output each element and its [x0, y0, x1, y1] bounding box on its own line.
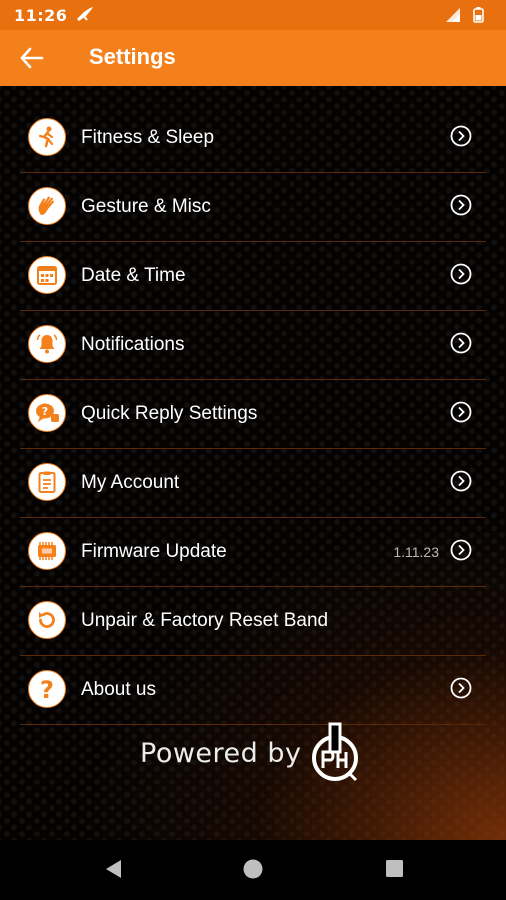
settings-item-label: Notifications: [81, 334, 185, 355]
chevron-right-circle-icon: [450, 401, 472, 423]
airplane-notification-icon: [75, 5, 95, 27]
settings-item-label: Date & Time: [81, 265, 186, 286]
brand-logo-icon: [312, 722, 358, 782]
firmware-version: 1.11.23: [393, 544, 439, 560]
svg-text:?: ?: [40, 676, 54, 702]
settings-item-label: About us: [81, 679, 156, 700]
settings-item-label: Firmware Update: [81, 541, 227, 562]
arrow-left-icon: [20, 47, 44, 69]
settings-item-label: Gesture & Misc: [81, 196, 211, 217]
settings-item-my-account[interactable]: My Account: [20, 449, 486, 518]
account-icon: [28, 463, 66, 501]
system-nav-bar: [0, 840, 506, 900]
settings-item-label: My Account: [81, 472, 180, 493]
settings-list: Fitness & Sleep Gesture & Misc Date & Ti…: [0, 86, 506, 840]
chevron-right-circle-icon: [450, 677, 472, 699]
status-icons: [444, 6, 488, 28]
page-title: Settings: [89, 44, 176, 69]
settings-item-gesture-misc[interactable]: Gesture & Misc: [20, 173, 486, 242]
settings-item-label: Unpair & Factory Reset Band: [81, 610, 329, 631]
nav-back-icon[interactable]: [103, 858, 123, 880]
nav-home-icon[interactable]: [242, 858, 264, 880]
chevron-right-circle-icon: [450, 125, 472, 147]
hand-wave-icon: [28, 187, 66, 225]
quick-reply-icon: ?: [28, 394, 66, 432]
settings-item-fitness-sleep[interactable]: Fitness & Sleep: [20, 104, 486, 173]
chevron-right-circle-icon: [450, 539, 472, 561]
svg-text:?: ?: [42, 405, 48, 418]
status-time: 11:26: [14, 6, 68, 25]
powered-by-text: Powered by: [140, 738, 302, 769]
chevron-right-circle-icon: [450, 263, 472, 285]
chip-icon: [28, 532, 66, 570]
settings-item-quick-reply[interactable]: ? Quick Reply Settings: [20, 380, 486, 449]
settings-item-unpair-reset[interactable]: Unpair & Factory Reset Band: [20, 587, 486, 656]
signal-icon: [446, 7, 484, 23]
settings-item-label: Fitness & Sleep: [81, 127, 215, 148]
settings-item-about-us[interactable]: ? About us: [20, 656, 486, 725]
status-bar: 11:26: [0, 0, 506, 30]
settings-item-date-time[interactable]: Date & Time: [20, 242, 486, 311]
settings-item-firmware-update[interactable]: Firmware Update 1.11.23: [20, 518, 486, 587]
back-button[interactable]: [18, 44, 48, 72]
calendar-icon: [28, 256, 66, 294]
bell-icon: [28, 325, 66, 363]
app-bar: Settings: [0, 30, 506, 86]
chevron-right-circle-icon: [450, 332, 472, 354]
settings-item-label: Quick Reply Settings: [81, 403, 258, 424]
nav-recents-icon[interactable]: [384, 858, 404, 878]
settings-item-notifications[interactable]: Notifications: [20, 311, 486, 380]
chevron-right-circle-icon: [450, 194, 472, 216]
chevron-right-circle-icon: [450, 470, 472, 492]
runner-icon: [28, 118, 66, 156]
reset-icon: [28, 601, 66, 639]
question-icon: ?: [28, 670, 66, 708]
